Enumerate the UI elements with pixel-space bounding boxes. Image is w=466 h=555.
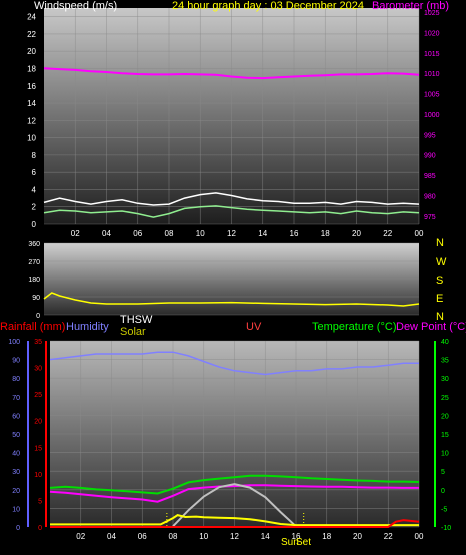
humidity-tick-label: 100 bbox=[8, 339, 20, 346]
wind-x-tick-label: 12 bbox=[227, 229, 236, 238]
barometer-tick-label: 1015 bbox=[424, 51, 440, 58]
humidity-tick-label: 0 bbox=[16, 525, 20, 532]
rain-tick-label: 20 bbox=[34, 419, 42, 426]
rain-tick-label: 25 bbox=[34, 392, 42, 399]
temperature-tick-label: 10 bbox=[441, 451, 449, 458]
dewpoint-label: Dew Point (°C) bbox=[396, 321, 466, 333]
wind-tick-label: 8 bbox=[32, 151, 37, 160]
humidity-tick-label: 20 bbox=[12, 488, 20, 495]
temperature-tick-label: 25 bbox=[441, 395, 449, 402]
direction-tick-label: 360 bbox=[28, 241, 40, 248]
wind-tick-label: 24 bbox=[27, 13, 36, 22]
temperature-x-tick-label: 00 bbox=[415, 532, 424, 541]
solar-label: Solar bbox=[120, 326, 146, 338]
humidity-tick-label: 70 bbox=[12, 395, 20, 402]
wind-x-tick-label: 08 bbox=[165, 229, 174, 238]
wind-tick-label: 12 bbox=[27, 116, 36, 125]
humidity-tick-label: 50 bbox=[12, 432, 20, 439]
temperature-tick-label: 35 bbox=[441, 358, 449, 365]
weather-graph: 0246810121416182022249759809859909951000… bbox=[8, 8, 451, 541]
wind-x-tick-label: 20 bbox=[352, 229, 361, 238]
temperature-x-tick-label: 14 bbox=[261, 532, 270, 541]
wind-tick-label: 2 bbox=[32, 203, 37, 212]
temperature-tick-label: -10 bbox=[441, 525, 451, 532]
compass-north-top: N bbox=[436, 237, 444, 249]
barometer-tick-label: 980 bbox=[424, 193, 436, 200]
rain-tick-label: 0 bbox=[38, 525, 42, 532]
barometer-tick-label: 975 bbox=[424, 214, 436, 221]
rain-tick-label: 35 bbox=[34, 339, 42, 346]
humidity-label: Humidity bbox=[66, 321, 109, 333]
wind-tick-label: 4 bbox=[32, 185, 37, 194]
wind-x-tick-label: 22 bbox=[383, 229, 392, 238]
temperature-x-tick-label: 06 bbox=[138, 532, 147, 541]
sunset-label: Set bbox=[296, 537, 312, 548]
compass-west: W bbox=[436, 256, 447, 268]
compass-south: S bbox=[436, 275, 444, 287]
temperature-x-tick-label: 12 bbox=[230, 532, 239, 541]
wind-tick-label: 22 bbox=[27, 30, 36, 39]
wind-x-tick-label: 04 bbox=[102, 229, 111, 238]
wind-tick-label: 14 bbox=[27, 99, 36, 108]
wind-tick-label: 18 bbox=[27, 64, 36, 73]
temperature-x-tick-label: 22 bbox=[384, 532, 393, 541]
wind-tick-label: 6 bbox=[32, 168, 37, 177]
temperature-x-tick-label: 18 bbox=[322, 532, 331, 541]
barometer-tick-label: 1000 bbox=[424, 112, 440, 119]
humidity-tick-label: 60 bbox=[12, 413, 20, 420]
rain-tick-label: 30 bbox=[34, 366, 42, 373]
wind-x-tick-label: 06 bbox=[133, 229, 142, 238]
temperature-tick-label: 30 bbox=[441, 376, 449, 383]
uv-label: UV bbox=[246, 321, 262, 333]
rain-tick-label: 10 bbox=[34, 472, 42, 479]
graph-title: 24 hour graph day : 03 December 2024 bbox=[172, 0, 365, 12]
barometer-label: Barometer (mb) bbox=[372, 0, 450, 12]
rain-tick-label: 15 bbox=[34, 445, 42, 452]
barometer-tick-label: 985 bbox=[424, 173, 436, 180]
wind-x-tick-label: 18 bbox=[321, 229, 330, 238]
temperature-tick-label: -5 bbox=[441, 506, 447, 513]
windspeed-label: Windspeed (m/s) bbox=[34, 0, 118, 12]
humidity-tick-label: 90 bbox=[12, 358, 20, 365]
temperature-label: Temperature (°C) bbox=[312, 321, 397, 333]
temperature-x-tick-label: 04 bbox=[107, 532, 116, 541]
direction-tick-label: 90 bbox=[32, 295, 40, 302]
temperature-tick-label: 15 bbox=[441, 432, 449, 439]
humidity-tick-label: 30 bbox=[12, 469, 20, 476]
temperature-tick-label: 20 bbox=[441, 413, 449, 420]
rainfall-label: Rainfall (mm) bbox=[0, 321, 66, 333]
wind-x-tick-label: 00 bbox=[415, 229, 424, 238]
temperature-x-tick-label: 10 bbox=[199, 532, 208, 541]
wind-x-tick-label: 16 bbox=[290, 229, 299, 238]
wind-x-tick-label: 10 bbox=[196, 229, 205, 238]
direction-tick-label: 180 bbox=[28, 277, 40, 284]
wind-tick-label: 16 bbox=[27, 82, 36, 91]
humidity-tick-label: 80 bbox=[12, 376, 20, 383]
barometer-tick-label: 995 bbox=[424, 132, 436, 139]
direction-tick-label: 270 bbox=[28, 259, 40, 266]
direction-tick-label: 0 bbox=[36, 313, 40, 320]
barometer-tick-label: 1010 bbox=[424, 71, 440, 78]
temperature-tick-label: 0 bbox=[441, 488, 445, 495]
barometer-tick-label: 990 bbox=[424, 153, 436, 160]
humidity-tick-label: 10 bbox=[12, 506, 20, 513]
temperature-tick-label: 5 bbox=[441, 469, 445, 476]
wind-tick-label: 10 bbox=[27, 134, 36, 143]
rain-tick-label: 5 bbox=[38, 498, 42, 505]
wind-x-tick-label: 14 bbox=[258, 229, 267, 238]
temperature-x-tick-label: 02 bbox=[76, 532, 85, 541]
temperature-x-tick-label: 20 bbox=[353, 532, 362, 541]
barometer-tick-label: 1020 bbox=[424, 30, 440, 37]
thsw-label: THSW bbox=[120, 314, 153, 326]
wind-tick-label: 0 bbox=[32, 220, 37, 229]
barometer-tick-label: 1005 bbox=[424, 92, 440, 99]
wind-tick-label: 20 bbox=[27, 47, 36, 56]
temperature-x-tick-label: 08 bbox=[169, 532, 178, 541]
temperature-tick-label: 40 bbox=[441, 339, 449, 346]
wind-x-tick-label: 02 bbox=[71, 229, 80, 238]
compass-east: E bbox=[436, 293, 444, 305]
humidity-tick-label: 40 bbox=[12, 451, 20, 458]
